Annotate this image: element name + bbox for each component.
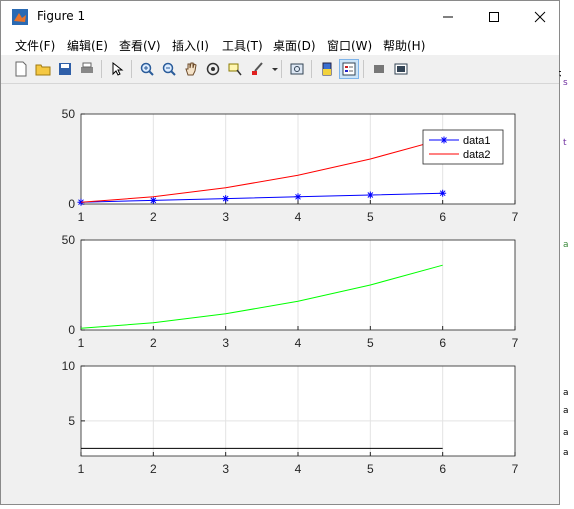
side-mark: s: [563, 78, 568, 88]
x-tick-label: 5: [367, 462, 374, 476]
x-tick-label: 7: [512, 336, 519, 350]
side-mark: t: [563, 138, 567, 148]
x-tick-label: 7: [512, 462, 519, 476]
figure-canvas[interactable]: 1 2 3 4 5 6 7 0 50 data1 data2 1 2 3 4 5 6 7 0 50 1 2 3 4 5 6 7 5 10: [1, 84, 559, 504]
x-tick-label: 6: [439, 462, 446, 476]
pan-icon[interactable]: [181, 59, 201, 79]
menu-help[interactable]: 帮助(H): [383, 37, 425, 54]
x-tick-label: 2: [150, 336, 157, 350]
toolbar-separator: [131, 60, 132, 78]
data-cursor-icon[interactable]: [225, 59, 245, 79]
maximize-icon: [489, 12, 499, 22]
y-tick-label: 0: [68, 197, 75, 211]
figure-toolbar: [1, 55, 559, 84]
side-mark: a: [563, 448, 569, 458]
data-point-marker: [439, 189, 447, 197]
show-plot-tools-icon[interactable]: [391, 59, 411, 79]
x-tick-label: 2: [150, 210, 157, 224]
y-tick-label: 0: [68, 323, 75, 337]
x-tick-label: 4: [295, 462, 302, 476]
x-tick-label: 3: [222, 462, 229, 476]
y-tick-label: 50: [62, 233, 76, 247]
hide-plot-tools-icon[interactable]: [369, 59, 389, 79]
close-button[interactable]: [517, 1, 563, 33]
data-point-marker: [149, 196, 157, 204]
x-tick-label: 2: [150, 462, 157, 476]
x-tick-label: 1: [78, 336, 85, 350]
x-tick-label: 3: [222, 336, 229, 350]
menu-edit[interactable]: 编辑(E): [67, 37, 108, 54]
menu-bar: 文件(F) 编辑(E) 查看(V) 插入(I) 工具(T) 桌面(D) 窗口(W…: [1, 33, 564, 80]
background-window-edge: s t a a a a a: [561, 0, 574, 509]
maximize-button[interactable]: [471, 1, 517, 33]
toolbar-separator: [101, 60, 102, 78]
new-figure-icon[interactable]: [11, 59, 31, 79]
minimize-button[interactable]: [425, 1, 471, 33]
side-mark: a: [563, 388, 569, 398]
menu-file[interactable]: 文件(F): [15, 37, 55, 54]
side-mark: a: [563, 406, 569, 416]
legend-label: data1: [463, 135, 491, 147]
pointer-icon[interactable]: [107, 59, 127, 79]
plot-canvas[interactable]: 1 2 3 4 5 6 7050data1data21 2 3 4 5 6 70501 2 3 4 5 6 7510: [1, 84, 559, 504]
toolbar-separator: [311, 60, 312, 78]
menu-desktop[interactable]: 桌面(D): [273, 37, 316, 54]
x-tick-label: 1: [78, 462, 85, 476]
close-icon: [534, 11, 546, 23]
toolbar-separator: [363, 60, 364, 78]
save-icon[interactable]: [55, 59, 75, 79]
print-icon[interactable]: [77, 59, 97, 79]
data-point-marker: [366, 191, 374, 199]
toolbar-separator: [281, 60, 282, 78]
x-tick-label: 7: [512, 210, 519, 224]
x-tick-label: 6: [439, 336, 446, 350]
zoom-out-icon[interactable]: [159, 59, 179, 79]
menu-view[interactable]: 查看(V): [119, 37, 161, 54]
data-point-marker: [294, 193, 302, 201]
x-tick-label: 6: [439, 210, 446, 224]
menu-tools[interactable]: 工具(T): [222, 37, 263, 54]
brush-dropdown-icon[interactable]: [265, 59, 285, 79]
legend-label: data2: [463, 149, 491, 161]
y-tick-label: 5: [68, 414, 75, 428]
side-mark: a: [563, 240, 569, 250]
rotate-3d-icon[interactable]: [203, 59, 223, 79]
legend-icon[interactable]: [339, 59, 359, 79]
title-bar[interactable]: Figure 1: [1, 1, 559, 33]
y-tick-label: 50: [62, 107, 76, 121]
brush-icon[interactable]: [247, 59, 267, 79]
x-tick-label: 4: [295, 336, 302, 350]
data-point-marker: [222, 195, 230, 203]
figure-window: Figure 1 文件(F) 编辑(E) 查看(V) 插入(I) 工具(T) 桌…: [0, 0, 564, 505]
legend-marker: [440, 136, 448, 144]
x-tick-label: 5: [367, 336, 374, 350]
side-mark: a: [563, 428, 569, 438]
x-tick-label: 3: [222, 210, 229, 224]
window-title: Figure 1: [37, 9, 86, 23]
x-tick-label: 4: [295, 210, 302, 224]
open-file-icon[interactable]: [33, 59, 53, 79]
minimize-icon: [443, 16, 453, 18]
x-tick-label: 5: [367, 210, 374, 224]
menu-window[interactable]: 窗口(W): [327, 37, 372, 54]
zoom-in-icon[interactable]: [137, 59, 157, 79]
x-tick-label: 1: [78, 210, 85, 224]
colorbar-icon[interactable]: [317, 59, 337, 79]
y-tick-label: 10: [62, 359, 76, 373]
link-plot-icon[interactable]: [287, 59, 307, 79]
matlab-logo-icon: [12, 9, 28, 25]
menu-insert[interactable]: 插入(I): [172, 37, 209, 54]
